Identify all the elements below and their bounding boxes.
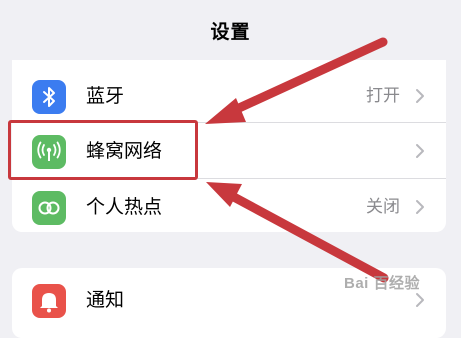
annotation-arrow-lower [206,182,389,283]
annotation-arrow-upper [205,37,388,124]
watermark: Bai 百经验 [344,275,421,292]
